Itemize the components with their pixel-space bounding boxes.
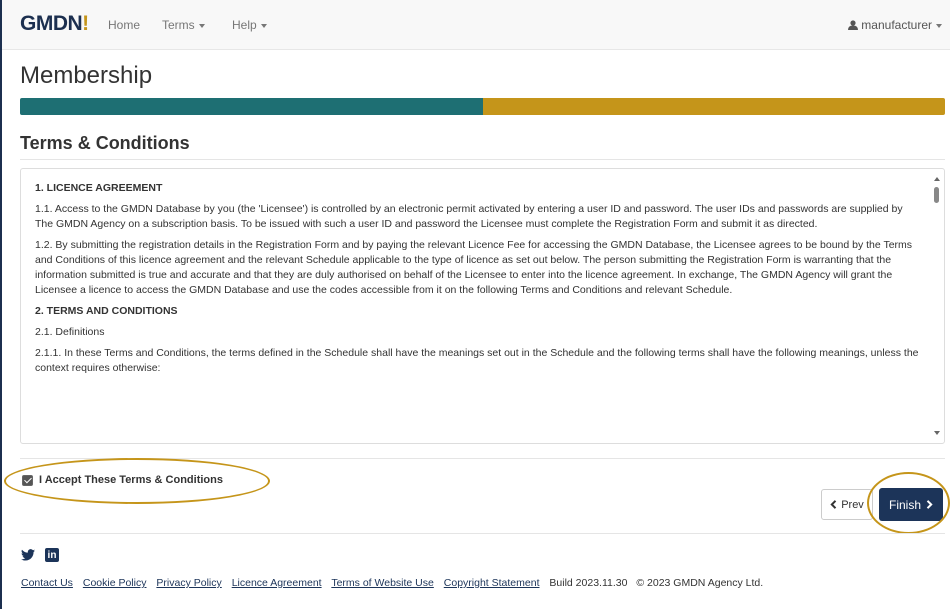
scroll-up-icon[interactable] <box>934 177 940 181</box>
divider <box>20 159 945 160</box>
scroll-down-icon[interactable] <box>934 431 940 435</box>
highlight-oval <box>867 472 950 534</box>
divider <box>20 533 945 534</box>
terms-paragraph: 1.1. Access to the GMDN Database by you … <box>35 203 903 230</box>
terms-paragraph: 2.1.1. In these Terms and Conditions, th… <box>35 347 919 374</box>
progress-bar <box>20 98 945 115</box>
footer-link-contact[interactable]: Contact Us <box>21 577 73 589</box>
chevron-down-icon <box>260 23 267 28</box>
logo-accent: ! <box>82 12 89 35</box>
linkedin-icon[interactable]: in <box>45 548 59 562</box>
highlight-oval <box>4 458 270 504</box>
terms-content: 1. LICENCE AGREEMENT 1.1. Access to the … <box>35 181 920 382</box>
gmdn-logo[interactable]: GMDN! <box>20 12 89 36</box>
terms-scroll-box[interactable]: 1. LICENCE AGREEMENT 1.1. Access to the … <box>20 168 945 444</box>
nav-home[interactable]: Home <box>108 18 140 32</box>
chevron-down-icon <box>936 23 942 28</box>
footer-link-copyright[interactable]: Copyright Statement <box>444 577 540 589</box>
nav-help-label: Help <box>232 18 257 32</box>
user-name: manufacturer <box>861 18 932 32</box>
nav-help-dropdown[interactable]: Help <box>232 18 267 32</box>
footer-link-privacy-policy[interactable]: Privacy Policy <box>156 577 221 589</box>
scrollbar[interactable] <box>930 169 944 443</box>
footer-link-terms-of-use[interactable]: Terms of Website Use <box>331 577 434 589</box>
logo-text: GMDN <box>20 12 83 35</box>
user-menu[interactable]: manufacturer <box>848 18 942 32</box>
chevron-left-icon <box>830 500 837 509</box>
nav-home-label: Home <box>108 18 141 32</box>
progress-remaining <box>482 98 945 115</box>
twitter-icon[interactable] <box>21 549 35 561</box>
terms-heading: 1. LICENCE AGREEMENT <box>35 182 163 194</box>
scrollbar-thumb[interactable] <box>934 187 939 203</box>
section-title: Terms & Conditions <box>20 133 190 153</box>
page-title: Membership <box>20 62 153 89</box>
copyright-text: © 2023 GMDN Agency Ltd. <box>636 577 764 589</box>
footer-link-cookie-policy[interactable]: Cookie Policy <box>83 577 147 589</box>
prev-button-label: Prev <box>841 498 864 511</box>
user-icon <box>848 20 859 30</box>
nav-terms-label: Terms <box>162 18 195 32</box>
terms-paragraph: 2.1. Definitions <box>35 326 105 338</box>
top-navbar: GMDN! Home Terms Help manufacturer <box>2 0 950 50</box>
progress-completed <box>20 98 483 115</box>
build-version: Build 2023.11.30 <box>549 577 628 589</box>
social-links: in <box>21 548 59 562</box>
footer-links: Contact Us Cookie Policy Privacy Policy … <box>21 577 769 589</box>
terms-paragraph: 1.2. By submitting the registration deta… <box>35 239 913 296</box>
footer-link-licence-agreement[interactable]: Licence Agreement <box>232 577 322 589</box>
chevron-down-icon <box>198 23 205 28</box>
prev-button[interactable]: Prev <box>821 489 873 520</box>
nav-terms-dropdown[interactable]: Terms <box>162 18 205 32</box>
terms-heading: 2. TERMS AND CONDITIONS <box>35 305 178 317</box>
